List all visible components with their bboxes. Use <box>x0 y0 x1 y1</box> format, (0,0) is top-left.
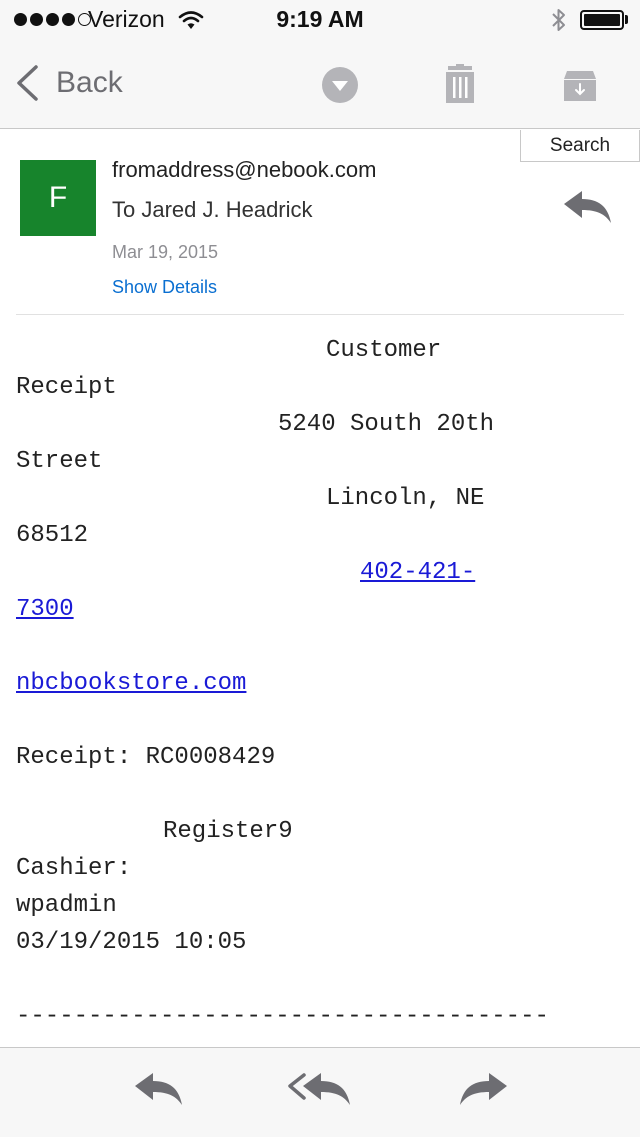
back-label: Back <box>56 66 123 99</box>
body-line: Receipt <box>16 369 636 406</box>
city: Lincoln, NE <box>326 485 485 512</box>
body-line: Cashier: <box>16 850 636 887</box>
street-part1: 5240 South 20th <box>278 411 495 438</box>
bluetooth-icon <box>552 9 565 31</box>
bottom-toolbar <box>0 1047 640 1137</box>
reply-icon[interactable] <box>562 190 614 226</box>
zip: 68512 <box>16 522 89 549</box>
body-line: 03/19/2015 10:05 <box>16 924 636 961</box>
body-line: wpadmin <box>16 887 636 924</box>
body-line: Register9 <box>16 813 636 850</box>
receipt-datetime: 03/19/2015 10:05 <box>16 929 247 956</box>
body-line: Receipt: RC0008429 <box>16 739 636 776</box>
sender-avatar: F <box>20 160 96 236</box>
body-line: 68512 <box>16 517 636 554</box>
body-line: Customer <box>16 332 636 369</box>
reply-all-icon[interactable] <box>288 1072 352 1108</box>
back-button[interactable]: Back <box>14 64 123 102</box>
recipient-line: To Jared J. Headrick <box>112 197 313 222</box>
status-time: 9:19 AM <box>276 6 364 32</box>
receipt-title-part1: Customer <box>326 337 442 364</box>
body-line: 5240 South 20th <box>16 406 636 443</box>
reply-icon[interactable] <box>134 1072 184 1108</box>
status-bar: Verizon 9:19 AM <box>0 0 640 40</box>
sender-address: fromaddress@nebook.com <box>112 157 377 182</box>
navigation-bar: Back <box>0 40 640 128</box>
receipt-number: Receipt: RC0008429 <box>16 744 276 771</box>
street-part2: Street <box>16 448 103 475</box>
chevron-down-circle-icon[interactable] <box>321 66 359 104</box>
cashier-name: wpadmin <box>16 892 117 919</box>
body-line: Street <box>16 443 636 480</box>
chevron-left-icon <box>17 65 38 101</box>
website-link[interactable]: nbcbookstore.com <box>16 670 246 697</box>
register: Register9 <box>163 818 293 845</box>
cashier-label: Cashier: <box>16 855 132 882</box>
body-line: ------------------------------------- <box>16 998 636 1035</box>
phone-link-part1[interactable]: 402-421- <box>360 559 475 586</box>
trash-icon[interactable] <box>444 64 476 104</box>
search-button[interactable]: Search <box>520 130 640 162</box>
body-line: Lincoln, NE <box>16 480 636 517</box>
battery-nub <box>625 15 628 24</box>
body-line: nbcbookstore.com <box>16 665 636 702</box>
email-date: Mar 19, 2015 <box>112 242 219 262</box>
email-body: Customer Receipt 5240 South 20th Street … <box>16 332 636 1035</box>
top-chrome: Verizon 9:19 AM Back <box>0 0 640 129</box>
receipt-title-part2: Receipt <box>16 374 117 401</box>
battery-icon <box>580 10 624 30</box>
header-divider <box>16 314 624 315</box>
body-line: 7300 <box>16 591 636 628</box>
show-details-link[interactable]: Show Details <box>112 277 217 298</box>
archive-icon[interactable] <box>563 69 597 102</box>
forward-icon[interactable] <box>458 1072 508 1108</box>
phone-link-part2[interactable]: 7300 <box>16 596 74 623</box>
separator-line: ------------------------------------- <box>16 1003 549 1030</box>
body-line: 402-421- <box>16 554 636 591</box>
